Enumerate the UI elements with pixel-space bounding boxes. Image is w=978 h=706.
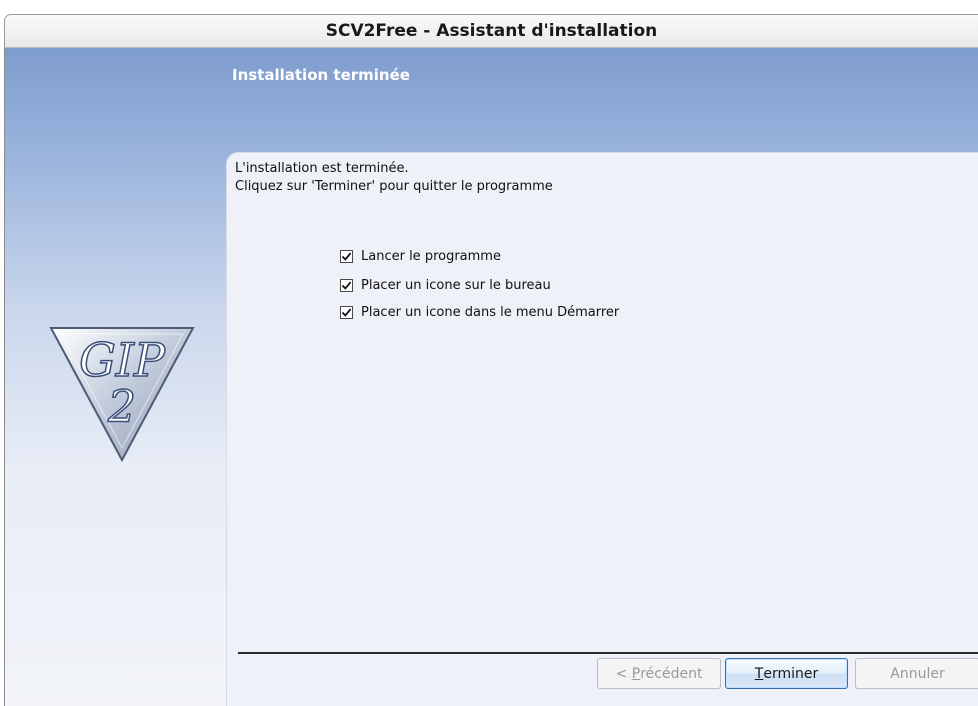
page-title: Installation terminée bbox=[232, 66, 410, 84]
checkmark-icon bbox=[341, 281, 352, 290]
finish-label-rest: erminer bbox=[763, 665, 819, 682]
installer-window: SCV2Free - Assistant d'installation Inst… bbox=[0, 0, 978, 706]
option-launch-program[interactable]: Lancer le programme bbox=[340, 249, 501, 264]
window-title: SCV2Free - Assistant d'installation bbox=[325, 21, 658, 41]
previous-mnemonic: P bbox=[631, 665, 641, 682]
checkbox[interactable] bbox=[340, 250, 353, 263]
gip2-logo: GIP 2 bbox=[49, 327, 195, 463]
cancel-button[interactable]: Annuler bbox=[855, 658, 978, 689]
checkbox-label: Placer un icone sur le bureau bbox=[361, 278, 551, 293]
checkbox-label: Lancer le programme bbox=[361, 249, 501, 264]
completion-message: L'installation est terminée. bbox=[235, 161, 409, 176]
instruction-message: Cliquez sur 'Terminer' pour quitter le p… bbox=[235, 179, 553, 194]
button-separator bbox=[238, 652, 978, 654]
checkbox-label: Placer un icone dans le menu Démarrer bbox=[361, 305, 620, 320]
wizard-client-area: Installation terminée GIP 2 L'installati… bbox=[4, 48, 978, 706]
content-panel: L'installation est terminée. Cliquez sur… bbox=[226, 152, 978, 706]
checkmark-icon bbox=[341, 252, 352, 261]
previous-prefix: < bbox=[615, 665, 632, 682]
checkmark-icon bbox=[341, 308, 352, 317]
finish-mnemonic: T bbox=[754, 665, 764, 682]
previous-label-rest: récédent bbox=[640, 665, 703, 682]
finish-button[interactable]: Terminer bbox=[725, 658, 848, 689]
checkbox[interactable] bbox=[340, 306, 353, 319]
option-start-menu-icon[interactable]: Placer un icone dans le menu Démarrer bbox=[340, 305, 619, 320]
svg-text:2: 2 bbox=[107, 382, 136, 433]
option-desktop-icon[interactable]: Placer un icone sur le bureau bbox=[340, 278, 551, 293]
checkbox[interactable] bbox=[340, 279, 353, 292]
title-bar[interactable]: SCV2Free - Assistant d'installation bbox=[4, 14, 978, 48]
svg-text:GIP: GIP bbox=[79, 333, 166, 387]
previous-button[interactable]: < Précédent bbox=[597, 658, 721, 689]
cancel-label: Annuler bbox=[890, 665, 945, 682]
